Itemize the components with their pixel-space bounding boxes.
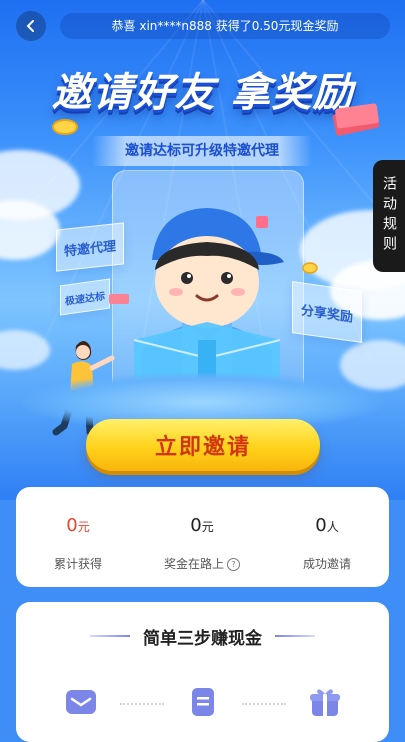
reward-ticker: 恭喜 xin****n888 获得了0.50元现金奖励 [60, 13, 390, 39]
chevron-left-icon [26, 20, 34, 32]
total-earned-value: 0 [66, 515, 78, 536]
invite-now-button[interactable]: 立即邀请 [86, 419, 320, 471]
envelope-icon [66, 690, 96, 714]
cash-icon [109, 294, 129, 304]
step-connector [242, 703, 286, 705]
coin-icon [302, 262, 318, 274]
steps-card: 简单三步赚现金 [16, 602, 389, 742]
step-connector [120, 703, 164, 705]
activity-rules-button[interactable]: 活动规则 [373, 160, 405, 272]
pending-unit: 元 [201, 520, 214, 534]
back-button[interactable] [16, 11, 46, 41]
document-icon [192, 688, 214, 716]
stat-pending: 0元 奖金在路上? [140, 487, 264, 587]
invited-unit: 人 [326, 520, 339, 534]
invited-label: 成功邀请 [302, 557, 351, 571]
pending-value: 0 [190, 515, 202, 536]
tag-fast-reach: 极速达标 [60, 278, 110, 316]
steps-title: 简单三步赚现金 [143, 629, 262, 649]
gift-icon [310, 689, 340, 716]
headline-subtitle: 邀请达标可升级特邀代理 [92, 136, 312, 166]
pending-label: 奖金在路上 [163, 557, 224, 571]
question-circle-icon[interactable]: ? [227, 558, 240, 571]
total-earned-unit: 元 [77, 520, 90, 534]
stat-total-earned: 0元 累计获得 [16, 487, 140, 587]
invited-value: 0 [315, 515, 327, 536]
cash-stack-icon [332, 103, 380, 136]
hero-banner: 恭喜 xin****n888 获得了0.50元现金奖励 邀请好友 拿奖励 邀请达… [0, 0, 405, 500]
coin-icon [52, 119, 78, 135]
mascot-illustration [133, 208, 284, 400]
tag-share-reward: 分享奖励 [292, 281, 362, 343]
stats-card: 0元 累计获得 0元 奖金在路上? 0人 成功邀请 [16, 487, 389, 587]
total-earned-label: 累计获得 [53, 557, 102, 571]
stat-invited: 0人 成功邀请 [265, 487, 389, 587]
